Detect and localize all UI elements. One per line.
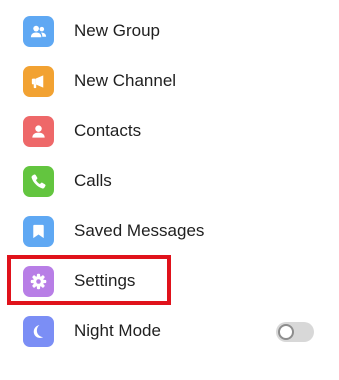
toggle-knob	[278, 324, 294, 340]
gear-icon	[23, 266, 54, 297]
person-icon	[23, 116, 54, 147]
moon-icon	[23, 316, 54, 347]
menu-item-saved-messages[interactable]: Saved Messages	[0, 200, 339, 250]
menu-item-calls[interactable]: Calls	[0, 150, 339, 200]
megaphone-icon	[23, 66, 54, 97]
bookmark-icon	[23, 216, 54, 247]
menu-item-label: Night Mode	[74, 321, 161, 340]
menu-item-settings[interactable]: Settings	[0, 250, 339, 300]
menu-item-label: Calls	[74, 171, 112, 190]
menu-item-label: New Channel	[74, 71, 177, 90]
menu-item-new-channel[interactable]: New Channel	[0, 50, 339, 100]
menu-item-contacts[interactable]: Contacts	[0, 100, 339, 150]
menu-item-new-group[interactable]: New Group	[0, 0, 339, 50]
main-menu: New Group New Channel Contacts Calls Sav…	[0, 0, 339, 380]
menu-item-label: New Group	[74, 21, 160, 40]
phone-icon	[23, 166, 54, 197]
people-icon	[23, 16, 54, 47]
menu-item-label: Contacts	[74, 121, 142, 140]
night-mode-toggle[interactable]	[276, 322, 314, 342]
menu-item-label: Saved Messages	[74, 221, 205, 240]
menu-item-label: Settings	[74, 271, 136, 290]
